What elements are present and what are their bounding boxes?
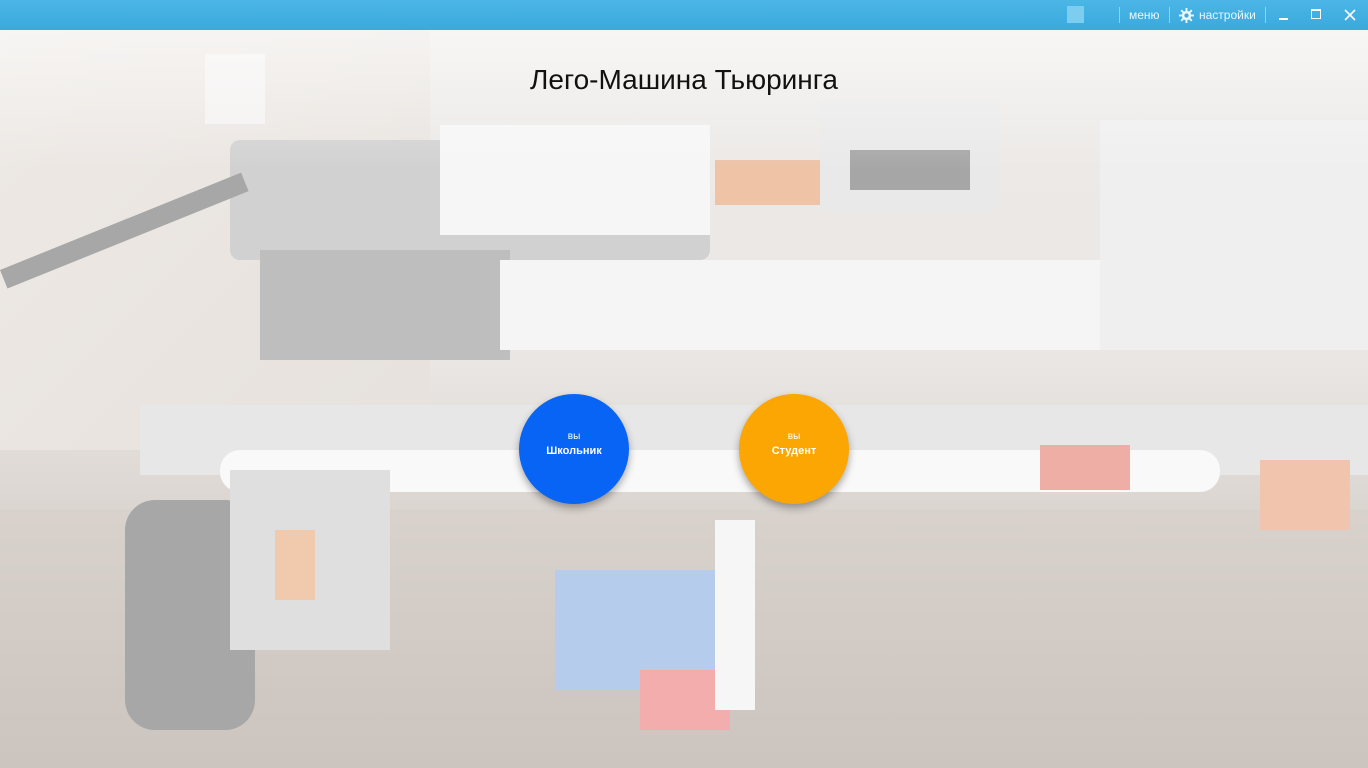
separator	[1265, 7, 1266, 23]
role-student-button[interactable]: вы Студент	[739, 394, 849, 504]
role-school-prefix: вы	[567, 431, 581, 442]
app-square-icon[interactable]	[1067, 6, 1084, 23]
role-student-label: Студент	[771, 445, 817, 457]
role-student-prefix: вы	[787, 431, 801, 442]
close-icon[interactable]	[1339, 4, 1361, 26]
separator	[1169, 7, 1170, 23]
role-school-button[interactable]: вы Школьник	[519, 394, 629, 504]
page-title: Лего-Машина Тьюринга	[530, 64, 838, 95]
background-overlay-top	[0, 30, 1368, 170]
title-bar[interactable]: меню настройки	[0, 0, 1368, 30]
menu-link[interactable]: меню	[1129, 8, 1160, 22]
maximize-icon[interactable]	[1305, 4, 1327, 26]
role-school-label: Школьник	[546, 445, 602, 457]
settings-link[interactable]: настройки	[1199, 8, 1256, 22]
minimize-icon[interactable]	[1272, 4, 1294, 26]
gear-icon[interactable]	[1179, 8, 1194, 23]
separator	[1119, 7, 1120, 23]
app-window: меню настройки Лего-Машина Тьюринга вы Ш…	[0, 0, 1368, 768]
